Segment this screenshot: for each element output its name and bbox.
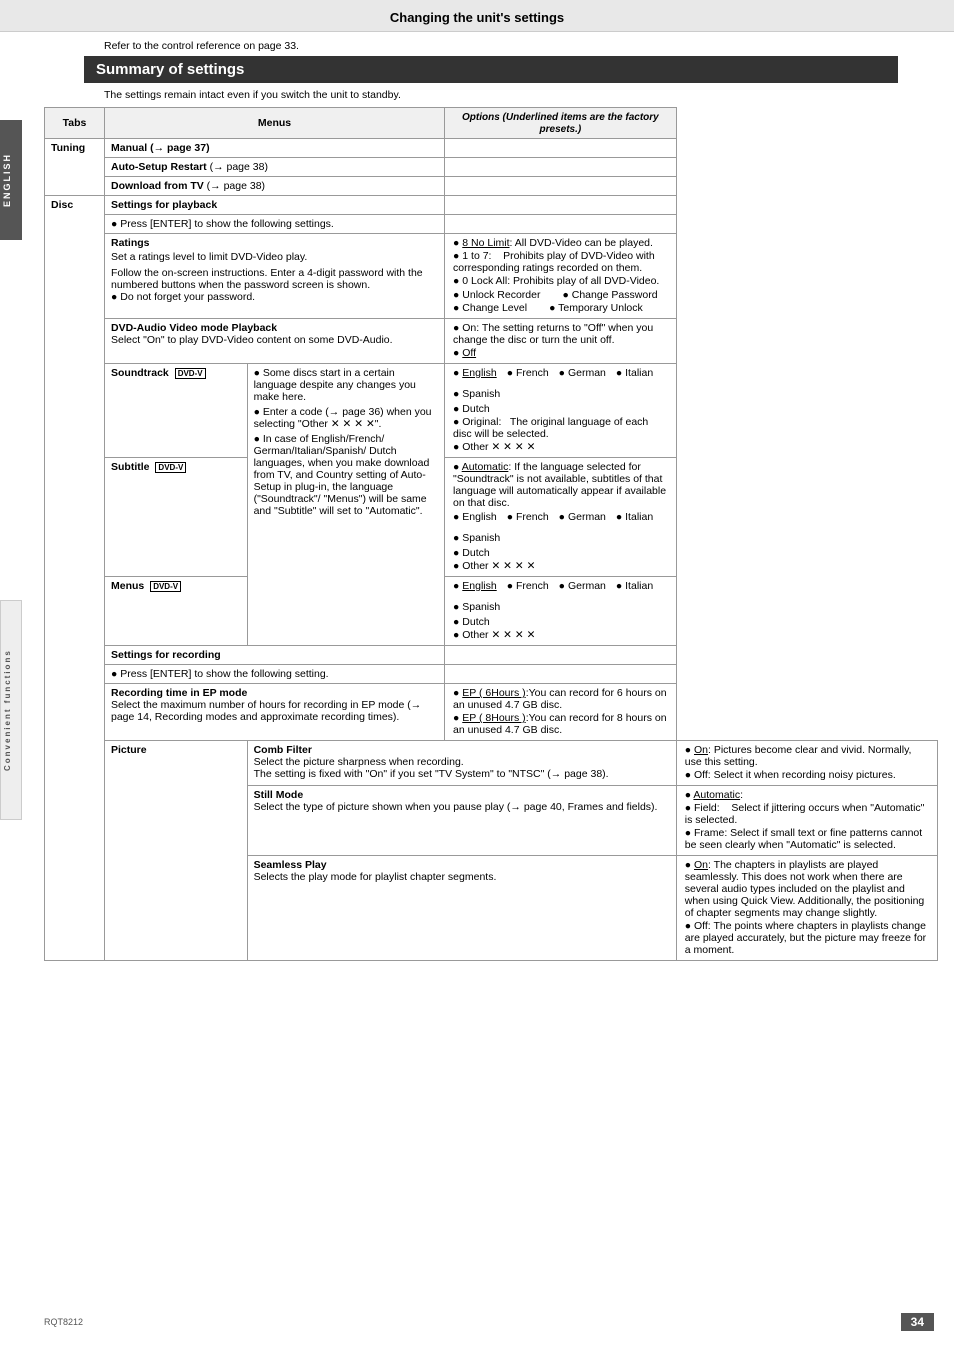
col-header-options: Options (Underlined items are the factor…	[445, 108, 677, 139]
table-row: ● Press [ENTER] to show the following se…	[45, 215, 938, 234]
options-subtitle: Automatic: If the language selected for …	[445, 458, 677, 577]
table-row: Download from TV (→ page 38)	[45, 177, 938, 196]
menu-still-mode: Still Mode Select the type of picture sh…	[247, 786, 676, 856]
options-still-mode: Automatic: Field: Select if jittering oc…	[676, 786, 937, 856]
table-row: Subtitle DVD-V Automatic: If the languag…	[45, 458, 938, 577]
menu-soundtrack-label: Soundtrack DVD-V	[105, 364, 248, 458]
menu-soundtrack-detail: ● Some discs start in a certain language…	[247, 364, 444, 646]
menu-manual: Manual (→ page 37)	[105, 139, 445, 158]
tab-tuning: Tuning	[45, 139, 105, 196]
refer-line: Refer to the control reference on page 3…	[44, 32, 938, 56]
side-label-convenient: Convenient functions	[0, 600, 22, 820]
options-ratings: 8 No Limit: All DVD-Video can be played.…	[445, 234, 677, 319]
table-row: Tuning Manual (→ page 37)	[45, 139, 938, 158]
table-row: Menus DVD-V English French German Italia…	[45, 577, 938, 646]
page-footer: RQT8212 34	[24, 1313, 954, 1331]
menu-subtitle-label: Subtitle DVD-V	[105, 458, 248, 577]
options-auto-setup	[445, 158, 677, 177]
table-row: Ratings Set a ratings level to limit DVD…	[45, 234, 938, 319]
recording-heading: Settings for recording	[105, 646, 445, 665]
side-label-english: ENGLISH	[0, 120, 22, 240]
summary-header: Summary of settings	[84, 56, 898, 83]
table-row: ● Press [ENTER] to show the following se…	[45, 665, 938, 684]
menu-download-tv: Download from TV (→ page 38)	[105, 177, 445, 196]
col-header-menus: Menus	[105, 108, 445, 139]
menu-ratings: Ratings Set a ratings level to limit DVD…	[105, 234, 445, 319]
table-row: Settings for recording	[45, 646, 938, 665]
menu-dvd-audio: DVD-Audio Video mode Playback Select "On…	[105, 319, 445, 364]
disc-settings-options	[445, 196, 677, 215]
table-row: Soundtrack DVD-V ● Some discs start in a…	[45, 364, 938, 458]
options-menus: English French German Italian Spanish Du…	[445, 577, 677, 646]
press-enter-recording: ● Press [ENTER] to show the following se…	[105, 665, 445, 684]
menu-seamless-play: Seamless Play Selects the play mode for …	[247, 856, 676, 961]
tab-disc: Disc	[45, 196, 105, 961]
table-row: DVD-Audio Video mode Playback Select "On…	[45, 319, 938, 364]
page-title: Changing the unit's settings	[390, 10, 564, 25]
menu-menus-label: Menus DVD-V	[105, 577, 248, 646]
options-ep-mode: EP ( 6Hours ):You can record for 6 hours…	[445, 684, 677, 741]
table-row: Disc Settings for playback	[45, 196, 938, 215]
settings-table: Tabs Menus Options (Underlined items are…	[44, 107, 938, 961]
menu-comb-filter: Comb Filter Select the picture sharpness…	[247, 741, 676, 786]
table-row: Recording time in EP mode Select the max…	[45, 684, 938, 741]
menu-auto-setup: Auto-Setup Restart (→ page 38)	[105, 158, 445, 177]
options-soundtrack: English French German Italian Spanish Du…	[445, 364, 677, 458]
settings-note: The settings remain intact even if you s…	[44, 83, 938, 105]
col-header-tabs: Tabs	[45, 108, 105, 139]
options-download-tv	[445, 177, 677, 196]
options-comb-filter: On: Pictures become clear and vivid. Nor…	[676, 741, 937, 786]
options-manual	[445, 139, 677, 158]
page-number: 34	[901, 1313, 934, 1331]
disc-settings-heading: Settings for playback	[105, 196, 445, 215]
press-enter-recording-options	[445, 665, 677, 684]
press-enter-options	[445, 215, 677, 234]
recording-heading-options	[445, 646, 677, 665]
page-header: Changing the unit's settings	[0, 0, 954, 32]
options-seamless-play: On: The chapters in playlists are played…	[676, 856, 937, 961]
table-row: Auto-Setup Restart (→ page 38)	[45, 158, 938, 177]
tab-picture: Picture	[105, 741, 248, 961]
table-row: Picture Comb Filter Select the picture s…	[45, 741, 938, 786]
press-enter-note: ● Press [ENTER] to show the following se…	[105, 215, 445, 234]
menu-ep-mode: Recording time in EP mode Select the max…	[105, 684, 445, 741]
options-dvd-audio: On: The setting returns to "Off" when yo…	[445, 319, 677, 364]
model-number: RQT8212	[44, 1317, 83, 1327]
